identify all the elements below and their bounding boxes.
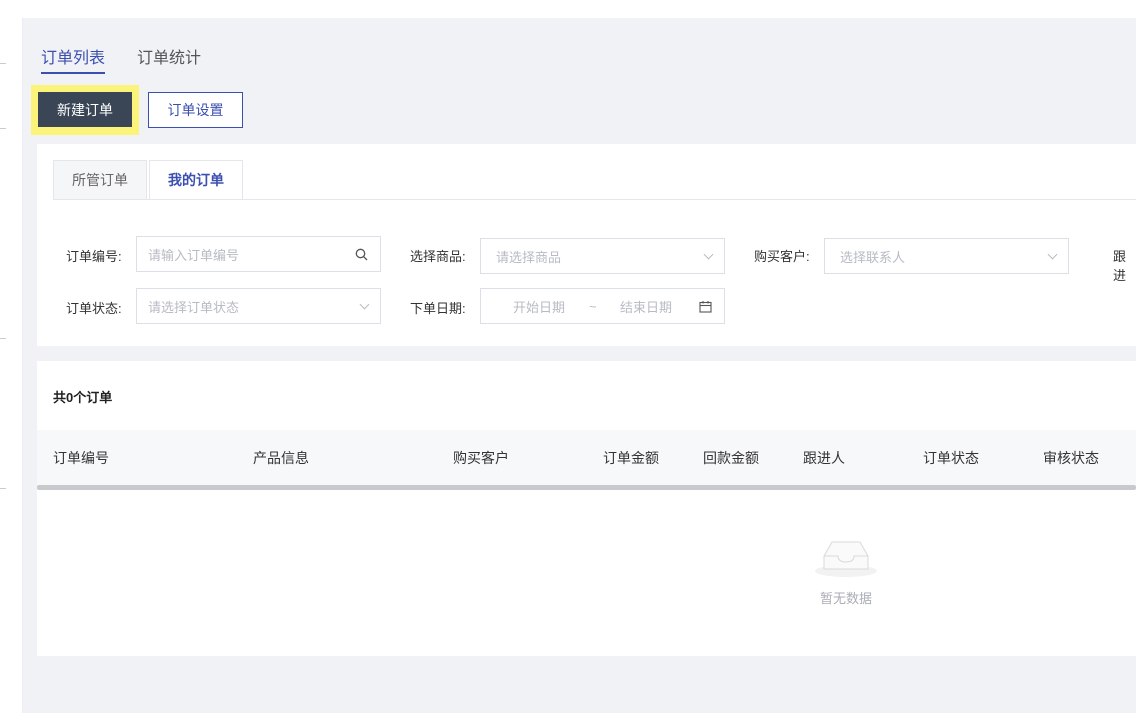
order-no-input[interactable]: 请输入订单编号 (136, 236, 381, 272)
rail-tick (0, 488, 6, 489)
table-header: 订单编号 产品信息 购买客户 订单金额 回款金额 跟进人 订单状态 审核状态 (37, 430, 1136, 485)
rail-tick (0, 128, 6, 129)
customer-label: 购买客户: (754, 249, 810, 264)
chevron-down-icon (1047, 239, 1058, 273)
date-label: 下单日期: (410, 301, 466, 316)
tab-order-stats[interactable]: 订单统计 (137, 44, 201, 68)
tab-order-list[interactable]: 订单列表 (41, 44, 105, 68)
rail-tick (0, 63, 6, 64)
new-order-button[interactable]: 新建订单 (38, 92, 132, 127)
status-select[interactable]: 请选择订单状态 (136, 288, 381, 324)
empty-state-text: 暂无数据 (819, 591, 872, 606)
column-header: 购买客户 (453, 449, 509, 466)
product-placeholder: 请选择商品 (496, 249, 562, 265)
product-select[interactable]: 请选择商品 (480, 238, 725, 274)
order-table-panel: 共0个订单 订单编号 产品信息 购买客户 订单金额 回款金额 跟进人 订单状态 … (37, 361, 1136, 656)
main-content: 订单列表 订单统计 新建订单 订单设置 所管订单 我的订单 订单编号: 请输入订… (23, 18, 1136, 713)
column-header: 订单状态 (923, 449, 979, 466)
empty-inbox-icon (814, 536, 878, 581)
product-label: 选择商品: (410, 249, 466, 264)
column-header: 审核状态 (1043, 449, 1099, 466)
left-rail (0, 18, 23, 713)
order-no-placeholder: 请输入订单编号 (148, 247, 240, 263)
active-tab-indicator (41, 72, 105, 74)
date-range-picker[interactable]: 开始日期 ~ 结束日期 (480, 288, 725, 324)
column-header: 订单金额 (603, 449, 659, 466)
customer-select[interactable]: 选择联系人 (824, 238, 1069, 274)
end-date-input[interactable]: 结束日期 (620, 289, 672, 323)
subtab-my-orders[interactable]: 我的订单 (149, 160, 243, 200)
order-no-label: 订单编号: (66, 249, 122, 264)
date-separator: ~ (589, 298, 597, 314)
follower-label: 跟进 (1113, 249, 1127, 283)
column-header: 回款金额 (703, 449, 759, 466)
status-placeholder: 请选择订单状态 (148, 299, 240, 315)
order-count: 共0个订单 (53, 390, 113, 405)
top-bar (0, 0, 1136, 18)
search-icon[interactable] (355, 237, 368, 271)
chevron-down-icon (359, 289, 370, 323)
order-settings-button[interactable]: 订单设置 (148, 92, 243, 128)
column-header: 跟进人 (803, 449, 845, 466)
column-header: 订单编号 (53, 449, 109, 466)
calendar-icon[interactable] (699, 289, 712, 323)
filter-panel: 所管订单 我的订单 订单编号: 请输入订单编号 选择商品: 请选择商品 购买客户… (37, 144, 1136, 346)
subtab-divider (53, 199, 1136, 200)
customer-placeholder: 选择联系人 (840, 249, 906, 265)
horizontal-scrollbar[interactable] (37, 485, 1136, 490)
subtab-managed-orders[interactable]: 所管订单 (53, 160, 147, 200)
rail-tick (0, 338, 6, 339)
column-header: 产品信息 (253, 449, 309, 466)
start-date-input[interactable]: 开始日期 (513, 289, 565, 323)
chevron-down-icon (703, 239, 714, 273)
status-label: 订单状态: (66, 301, 122, 316)
